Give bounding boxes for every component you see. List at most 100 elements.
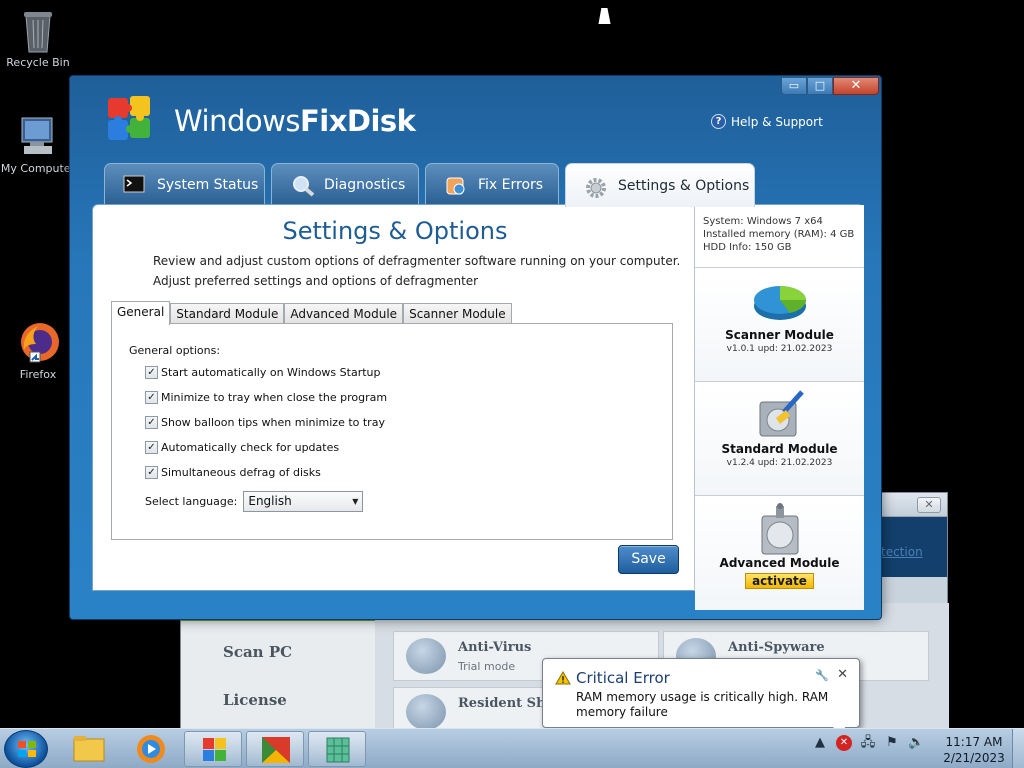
system-hdd: HDD Info: 150 GB [703,242,792,253]
critical-error-balloon[interactable]: Critical Error 🔧 ✕ RAM memory usage is c… [542,658,860,737]
option-balloon-tips[interactable]: ✓ Show balloon tips when minimize to tra… [145,416,385,429]
windowsfixdisk-window[interactable]: ▭ □ ✕ WindowsFixDisk ? Help & Support Sy… [69,75,882,620]
volume-icon[interactable]: 🔈 [908,735,924,751]
desktop-icon-label: Firefox [19,368,57,381]
background-app-sidebar: Scan PC License [181,603,375,733]
general-options-panel: General options: ✓ Start automatically o… [111,323,673,540]
system-os: System: Windows 7 x64 [703,216,823,227]
close-button[interactable]: ✕ [833,77,879,95]
balloon-title: Critical Error [576,669,670,687]
pin-icon[interactable]: 🔧 [815,669,829,682]
tab-standard-module[interactable]: Standard Module [170,303,285,324]
system-info: System: Windows 7 x64 Installed memory (… [695,205,864,268]
tab-settings-options[interactable]: Settings & Options [565,163,755,207]
media-player-icon [137,735,165,763]
app-brand: WindowsFixDisk [174,104,416,138]
desktop-icon-recycle-bin[interactable]: Recycle Bin [0,8,76,69]
scanner-module[interactable]: Scanner Module v1.0.1 upd: 21.02.2023 [695,274,864,382]
background-app-close-button[interactable]: ✕ [917,497,941,513]
firefox-icon [16,320,60,364]
checkbox-checked[interactable]: ✓ [145,391,158,404]
taskbar-windowsfixdisk[interactable] [184,731,242,767]
security-app-icon [262,737,290,763]
tab-scanner-module[interactable]: Scanner Module [403,303,512,324]
clock-time: 11:17 AM [945,735,1003,749]
sidebar-item-license[interactable]: License [181,669,375,717]
option-label: Show balloon tips when minimize to tray [161,416,385,429]
network-icon[interactable]: 🖧 [860,735,876,751]
description-line-2: Adjust preferred settings and options of… [153,274,479,288]
checkbox-checked[interactable]: ✓ [145,366,158,379]
shield-icon [406,694,446,730]
option-simultaneous-defrag[interactable]: ✓ Simultaneous defrag of disks [145,466,321,479]
disk-icon [750,502,810,555]
help-support-link[interactable]: ? Help & Support [711,114,823,129]
language-row: Select language: English ▼ [145,491,364,512]
option-label: Start automatically on Windows Startup [161,366,381,379]
desktop-icon-my-computer[interactable]: My Computer [0,114,76,175]
tab-system-status[interactable]: System Status [104,163,265,205]
maximize-button[interactable]: □ [807,77,833,95]
module-name: Scanner Module [725,328,834,342]
desktop-icon-label: My Computer [0,162,76,175]
desktop-icon-firefox[interactable]: Firefox [0,320,76,381]
puzzle-logo-icon [104,92,156,144]
option-check-updates[interactable]: ✓ Automatically check for updates [145,441,339,454]
pie-chart-icon [750,274,810,326]
standard-module[interactable]: Standard Module v1.2.4 upd: 21.02.2023 [695,388,864,496]
tray-error-icon[interactable]: ✕ [836,735,852,751]
save-button[interactable]: Save [618,545,679,574]
option-label: Automatically check for updates [161,441,340,454]
shield-icon [406,638,446,674]
gear-icon [584,176,608,198]
system-tray: ▲ ✕ 🖧 ⚑ 🔈 [812,735,924,751]
taskbar-security-app[interactable] [246,731,304,767]
taskbar-explorer[interactable] [60,731,118,767]
modules-sidebar: System: Windows 7 x64 Installed memory (… [694,205,864,610]
page-title: Settings & Options [282,217,508,245]
start-button[interactable] [4,730,48,768]
module-name: Advanced Module [719,556,840,570]
terminal-icon [123,175,147,195]
computer-icon [16,114,60,158]
option-minimize-to-tray[interactable]: ✓ Minimize to tray when close the progra… [145,391,387,404]
module-version: v1.0.1 upd: 21.02.2023 [726,344,833,354]
mouse-cursor [598,8,614,24]
taskbar-media-player[interactable] [122,731,180,767]
clock-date: 2/21/2023 [943,751,1005,765]
advanced-module[interactable]: Advanced Module activate [695,502,864,610]
activate-button[interactable]: activate [745,573,814,589]
tab-diagnostics[interactable]: Diagnostics [271,163,419,205]
background-app-header-link[interactable]: tection [881,545,947,559]
tab-fix-errors[interactable]: Fix Errors [425,163,559,205]
checkbox-checked[interactable]: ✓ [145,441,158,454]
minimize-button[interactable]: ▭ [781,77,807,95]
puzzle-icon [203,738,226,761]
cube-grid-icon [326,737,350,763]
tab-general[interactable]: General [111,301,171,325]
folder-icon [73,736,105,762]
taskbar: ▲ ✕ 🖧 ⚑ 🔈 11:17 AM 2/21/2023 [0,728,1024,768]
tab-label: Fix Errors [478,176,544,193]
module-name: Standard Module [721,442,838,456]
language-select[interactable]: English ▼ [243,491,364,512]
recycle-bin-icon [16,8,60,53]
show-desktop-button[interactable] [1012,729,1024,768]
show-hidden-icons-icon[interactable]: ▲ [812,735,828,751]
checkbox-checked[interactable]: ✓ [145,466,158,479]
taskbar-green-app[interactable] [308,731,366,767]
window-controls: ▭ □ ✕ [781,77,879,95]
taskbar-clock[interactable]: 11:17 AM 2/21/2023 [938,734,1010,766]
brand-regular: Windows [174,104,300,138]
background-app-header: tection [881,517,947,577]
fix-errors-icon [444,175,468,195]
option-start-on-startup[interactable]: ✓ Start automatically on Windows Startup [145,366,380,379]
checkbox-checked[interactable]: ✓ [145,416,158,429]
settings-inner-tabs: General Standard Module Advanced Module … [111,301,512,325]
sidebar-item-scan-pc[interactable]: Scan PC [181,621,375,669]
tab-advanced-module[interactable]: Advanced Module [284,303,404,324]
balloon-close-button[interactable]: ✕ [837,667,848,682]
action-center-flag-icon[interactable]: ⚑ [884,735,900,751]
tab-label: System Status [157,176,259,193]
settings-content-panel: Settings & Options Review and adjust cus… [92,204,864,610]
